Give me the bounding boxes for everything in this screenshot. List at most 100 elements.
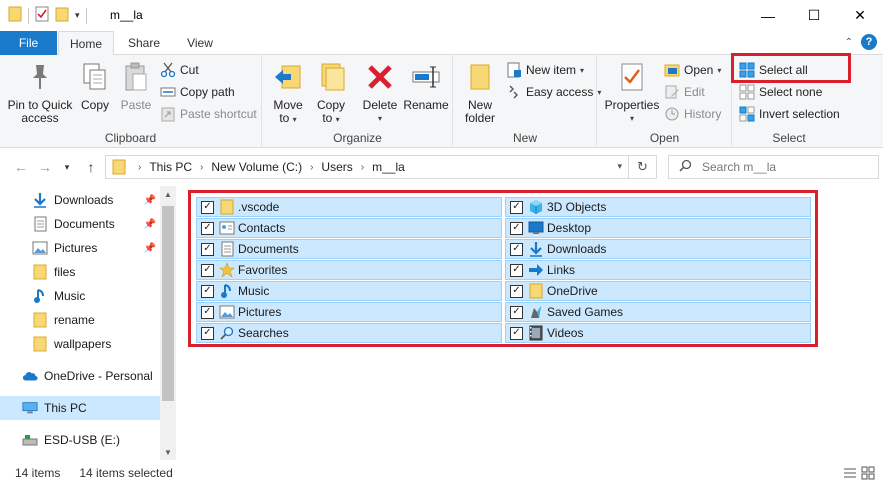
checkbox-checked-icon[interactable]: ✓ [201, 326, 214, 340]
checkbox-checked-icon[interactable]: ✓ [510, 284, 523, 298]
address-bar[interactable]: › This PC › New Volume (C:) › Users › m_… [105, 155, 657, 179]
list-item[interactable]: ✓ .vscode [196, 197, 502, 217]
cut-button[interactable]: Cut [160, 60, 199, 80]
list-item[interactable]: ✓ Pictures [196, 302, 502, 322]
nav-item-music[interactable]: Music [0, 284, 160, 308]
breadcrumb-current-folder[interactable]: m__la [372, 160, 405, 174]
cut-label: Cut [180, 63, 199, 77]
new-folder-label-line2: folder [464, 111, 496, 125]
list-item[interactable]: ✓ Saved Games [505, 302, 811, 322]
paste-icon [120, 59, 152, 95]
checkbox-checked-icon[interactable]: ✓ [201, 284, 214, 298]
scroll-down-icon[interactable]: ▼ [160, 444, 176, 460]
back-button[interactable]: ← [12, 158, 30, 176]
list-item[interactable]: ✓ Desktop [505, 218, 811, 238]
list-item[interactable]: ✓ 3D Objects [505, 197, 811, 217]
breadcrumb-new-volume[interactable]: New Volume (C:) [211, 160, 302, 174]
nav-item-usb-drive[interactable]: ESD-USB (E:) [0, 428, 160, 452]
copy-to-button[interactable]: Copy to ▾ [311, 59, 351, 126]
close-button[interactable]: ✕ [837, 0, 883, 31]
list-item[interactable]: ✓ Searches [196, 323, 502, 343]
pin-to-quick-access-button[interactable]: Pin to Quick access [6, 59, 74, 125]
delete-button[interactable]: Delete ▾ [359, 59, 401, 125]
copy-to-label-text: to [322, 111, 333, 125]
list-item[interactable]: ✓ Videos [505, 323, 811, 343]
checkbox-checked-icon[interactable]: ✓ [201, 221, 214, 235]
nav-item-documents[interactable]: Documents 📌 [0, 212, 160, 236]
search-input[interactable]: Search m__la [668, 155, 879, 179]
nav-item-label: Pictures [54, 241, 98, 255]
move-to-label-line2: to ▾ [279, 112, 296, 126]
status-item-count: 14 items [15, 466, 61, 480]
tab-share[interactable]: Share [118, 31, 170, 55]
paste-shortcut-button[interactable]: Paste shortcut [160, 104, 257, 124]
refresh-icon[interactable]: ↻ [628, 156, 656, 178]
breadcrumb-users[interactable]: Users [321, 160, 352, 174]
list-item[interactable]: ✓ Favorites [196, 260, 502, 280]
checkbox-checked-icon[interactable]: ✓ [510, 326, 523, 340]
open-button[interactable]: Open ▾ [664, 60, 721, 80]
address-dropdown-icon[interactable]: ▾ [617, 161, 622, 172]
nav-item-pictures[interactable]: Pictures 📌 [0, 236, 160, 260]
list-item[interactable]: ✓ Documents [196, 239, 502, 259]
invert-selection-button[interactable]: Invert selection [739, 104, 840, 124]
nav-pane-scrollbar[interactable]: ▲ ▼ [160, 186, 176, 460]
large-icons-view-icon[interactable] [861, 466, 875, 483]
pin-icon[interactable]: 📌 [144, 195, 156, 206]
up-button[interactable]: ↑ [82, 158, 100, 176]
list-item[interactable]: ✓ Downloads [505, 239, 811, 259]
maximize-button[interactable]: ☐ [791, 0, 837, 31]
nav-item-downloads[interactable]: Downloads 📌 [0, 188, 160, 212]
help-button[interactable]: ? [861, 34, 877, 50]
tab-view[interactable]: View [174, 31, 226, 55]
list-item[interactable]: ✓ Music [196, 281, 502, 301]
list-item[interactable]: ✓ OneDrive [505, 281, 811, 301]
breadcrumb-this-pc[interactable]: This PC [149, 160, 192, 174]
checkbox-checked-icon[interactable]: ✓ [510, 200, 523, 214]
pin-icon[interactable]: 📌 [144, 219, 156, 230]
list-item[interactable]: ✓ Contacts [196, 218, 502, 238]
checkbox-checked-icon[interactable]: ✓ [201, 305, 214, 319]
copy-button[interactable]: Copy [76, 59, 114, 112]
properties-button[interactable]: Properties ▾ [600, 59, 664, 125]
item-label: Downloads [547, 242, 607, 256]
collapse-ribbon-icon[interactable]: ⌃ [845, 37, 853, 48]
dropdown-caret-icon: ▾ [292, 115, 297, 124]
nav-item-this-pc[interactable]: This PC [0, 396, 160, 420]
history-button[interactable]: History [664, 104, 721, 124]
pin-icon[interactable]: 📌 [144, 243, 156, 254]
list-item[interactable]: ✓ Links [505, 260, 811, 280]
tab-home[interactable]: Home [58, 31, 114, 56]
minimize-button[interactable]: — [745, 0, 791, 31]
checkbox-checked-icon[interactable]: ✓ [510, 263, 523, 277]
checkbox-checked-icon[interactable]: ✓ [201, 242, 214, 256]
checkbox-checked-icon[interactable]: ✓ [510, 221, 523, 235]
paste-button[interactable]: Paste [116, 59, 156, 112]
tab-file[interactable]: File [0, 31, 57, 55]
new-item-button[interactable]: New item ▾ [506, 60, 584, 80]
checkbox-checked-icon[interactable]: ✓ [510, 305, 523, 319]
rename-button[interactable]: Rename [403, 59, 449, 112]
nav-item-wallpapers[interactable]: wallpapers [0, 332, 160, 356]
recent-locations-button[interactable]: ▾ [58, 158, 76, 176]
easy-access-button[interactable]: Easy access ▾ [506, 82, 601, 102]
scroll-up-icon[interactable]: ▲ [160, 186, 176, 202]
copy-path-button[interactable]: Copy path [160, 82, 235, 102]
new-folder-button[interactable]: New folder [458, 59, 502, 125]
nav-item-files[interactable]: files [0, 260, 160, 284]
nav-item-rename[interactable]: rename [0, 308, 160, 332]
new-folder-icon[interactable] [55, 6, 69, 25]
move-to-button[interactable]: Move to ▾ [267, 59, 309, 126]
checkbox-checked-icon[interactable]: ✓ [201, 200, 214, 214]
edit-button[interactable]: Edit [664, 82, 705, 102]
details-view-icon[interactable] [843, 466, 857, 483]
properties-icon[interactable] [35, 6, 49, 25]
customize-toolbar-icon[interactable]: ▾ [75, 10, 80, 21]
checkbox-checked-icon[interactable]: ✓ [201, 263, 214, 277]
item-label: Pictures [238, 305, 282, 319]
nav-item-onedrive[interactable]: OneDrive - Personal [0, 364, 160, 388]
checkbox-checked-icon[interactable]: ✓ [510, 242, 523, 256]
forward-button[interactable]: → [36, 158, 54, 176]
select-none-button[interactable]: Select none [739, 82, 822, 102]
scrollbar-thumb[interactable] [162, 206, 174, 401]
